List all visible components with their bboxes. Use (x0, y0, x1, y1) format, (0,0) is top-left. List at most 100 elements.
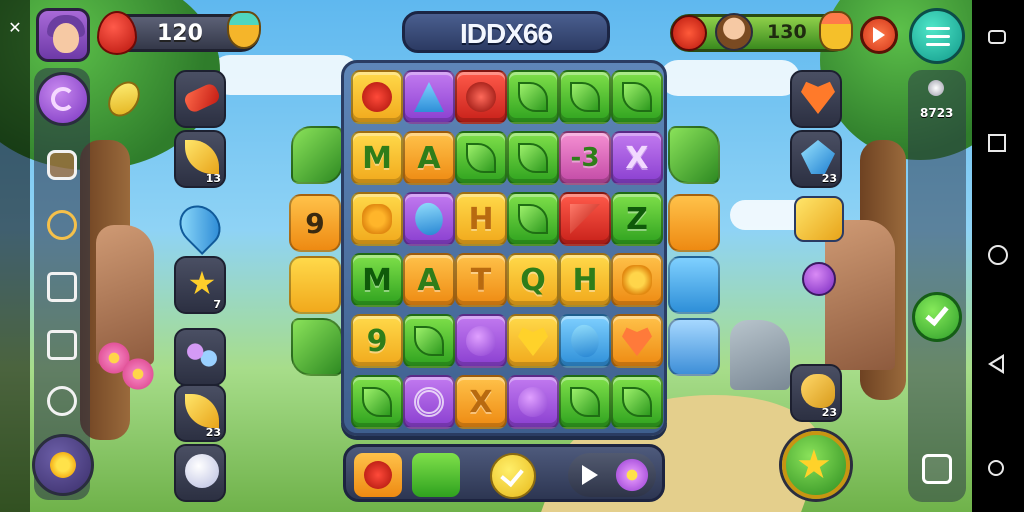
grapes-icon[interactable] (802, 262, 836, 296)
tile-r1-c1[interactable]: A (403, 131, 455, 185)
berry-icon (364, 461, 392, 489)
tile-r3-c0[interactable]: M (351, 253, 403, 307)
bow-icon[interactable] (47, 210, 77, 240)
tile-r0-c3[interactable] (507, 70, 559, 124)
treasure-chest-icon[interactable] (47, 150, 77, 180)
blue-crystal-icon (801, 140, 835, 174)
leaf-icon (518, 204, 548, 234)
ring-icon[interactable] (47, 386, 77, 416)
frame-icon[interactable] (47, 272, 77, 302)
booster-berry-button[interactable] (354, 453, 402, 497)
tile-r5-c2[interactable]: X (455, 375, 507, 429)
inventory-slot-pearl[interactable] (174, 444, 226, 502)
slot-count: 7 (213, 298, 221, 311)
tile-r4-c0[interactable]: 9 (351, 314, 403, 368)
tile-r1-c0[interactable]: M (351, 131, 403, 185)
tile-letter: A (417, 262, 441, 298)
tile-letter: M (362, 140, 392, 176)
tile-r3-c3[interactable]: Q (507, 253, 559, 307)
flower-powerup-button[interactable] (32, 434, 94, 496)
tile-r5-c3[interactable] (507, 375, 559, 429)
tile-r3-c1[interactable]: A (403, 253, 455, 307)
tile-letter: H (468, 201, 494, 237)
tile-r4-c4[interactable] (559, 314, 611, 368)
tile-r4-c3[interactable] (507, 314, 559, 368)
tile-r3-c4[interactable]: H (559, 253, 611, 307)
tile-r1-c3[interactable] (507, 131, 559, 185)
edge-cube-tile[interactable] (289, 256, 341, 314)
edge-heart-tile[interactable] (668, 318, 720, 376)
folder-icon[interactable] (47, 330, 77, 360)
recent-apps-icon[interactable] (988, 134, 1006, 152)
edge-leaf-tile[interactable] (291, 318, 343, 376)
keyboard-rotate-icon[interactable] (988, 460, 1004, 476)
tile-r2-c4[interactable] (559, 192, 611, 246)
edge-number-tile[interactable]: 9 (289, 194, 341, 252)
edge-leaf-tile[interactable] (668, 126, 720, 184)
star-boost-button[interactable]: ★ (782, 431, 850, 499)
next-arrow-button[interactable] (860, 16, 898, 54)
tile-r2-c5[interactable]: Z (611, 192, 663, 246)
tile-r0-c5[interactable] (611, 70, 663, 124)
booster-bar (343, 444, 665, 502)
swirl-icon (51, 87, 75, 111)
tile-r0-c4[interactable] (559, 70, 611, 124)
inventory-slot-banana[interactable]: 13 (174, 130, 226, 188)
tile-r2-c1[interactable] (403, 192, 455, 246)
booster-coin-button[interactable] (490, 453, 536, 499)
inventory-slot-flowers[interactable] (174, 328, 226, 386)
tile-r5-c4[interactable] (559, 375, 611, 429)
player-avatar[interactable] (36, 8, 90, 62)
tile-letter: 9 (366, 323, 388, 359)
inventory-slot-heart[interactable] (790, 70, 842, 128)
tile-r2-c3[interactable] (507, 192, 559, 246)
tile-r5-c0[interactable] (351, 375, 403, 429)
chevron-right-icon (873, 27, 885, 43)
flower-icon (362, 204, 392, 234)
tile-r5-c5[interactable] (611, 375, 663, 429)
inventory-slot-banana-2[interactable]: 23 (174, 384, 226, 442)
tile-r1-c4[interactable]: -3 (559, 131, 611, 185)
tile-r5-c1[interactable] (403, 375, 455, 429)
opponent-avatar[interactable] (715, 13, 753, 51)
arrow-left-icon[interactable] (671, 15, 707, 51)
close-icon[interactable]: ✕ (5, 18, 25, 38)
confirm-button[interactable] (912, 292, 962, 342)
tile-r4-c5[interactable] (611, 314, 663, 368)
checkmark-icon (925, 301, 949, 327)
flower (120, 356, 156, 392)
menu-button[interactable] (909, 8, 965, 64)
tile-r0-c2[interactable] (455, 70, 507, 124)
inventory-slot-star[interactable]: ★ 7 (174, 256, 226, 314)
chili-icon (182, 81, 222, 115)
tile-r1-c2[interactable] (455, 131, 507, 185)
tile-r4-c1[interactable] (403, 314, 455, 368)
tile-r3-c5[interactable] (611, 253, 663, 307)
edge-leaf-tile[interactable] (291, 126, 343, 184)
cheese-icon[interactable] (794, 196, 844, 242)
home-icon[interactable] (988, 245, 1008, 265)
edge-carrot-tile[interactable] (668, 194, 720, 252)
inventory-slot-crystal[interactable]: 23 (790, 130, 842, 188)
rotate-icon[interactable] (988, 30, 1006, 44)
edge-leaf-tile[interactable] (668, 256, 720, 314)
slot-count: 23 (821, 406, 837, 419)
inventory-slot-chili[interactable] (174, 70, 226, 128)
back-icon[interactable] (988, 354, 1004, 374)
opponent-score: 130 (767, 21, 807, 43)
triangle-gem-icon (414, 82, 444, 112)
leaf-icon (622, 82, 652, 112)
tile-r4-c2[interactable] (455, 314, 507, 368)
tile-r1-c5[interactable]: X (611, 131, 663, 185)
tile-r3-c2[interactable]: T (455, 253, 507, 307)
tile-r2-c0[interactable] (351, 192, 403, 246)
tile-r2-c2[interactable]: H (455, 192, 507, 246)
tile-r0-c0[interactable] (351, 70, 403, 124)
swirl-powerup-button[interactable] (36, 72, 90, 126)
inventory-slot-bean[interactable]: 23 (790, 364, 842, 422)
gift-icon[interactable] (922, 454, 952, 484)
rock (825, 220, 895, 370)
tile-r0-c1[interactable] (403, 70, 455, 124)
play-button[interactable] (568, 453, 656, 497)
booster-leaf-button[interactable] (412, 453, 460, 497)
